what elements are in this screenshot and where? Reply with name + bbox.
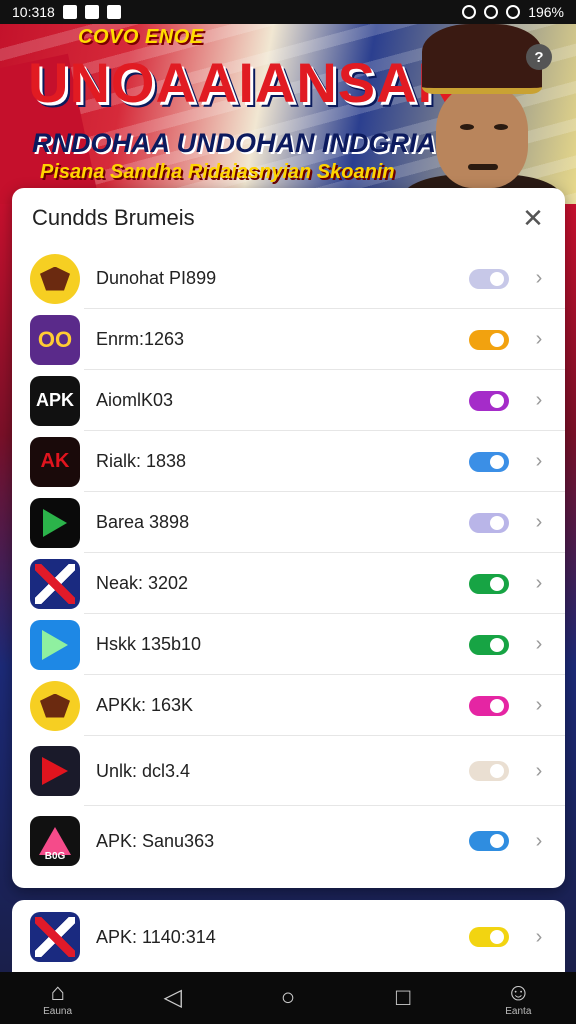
toggle-switch[interactable] — [469, 573, 509, 594]
nav-recent[interactable]: □ — [368, 985, 438, 1011]
chevron-right-icon: › — [535, 633, 543, 655]
data-icon — [484, 5, 499, 19]
panel-header: Cundds Brumeis ✕ — [12, 188, 565, 248]
nav-profile[interactable]: ☺ Eanta — [483, 978, 553, 1017]
location-icon — [462, 5, 477, 19]
battery-level: 196% — [528, 4, 564, 20]
toggle-switch[interactable] — [469, 927, 509, 947]
list-item[interactable]: APK: 1140:314 › — [12, 900, 565, 974]
chevron-right-icon: › — [535, 925, 543, 948]
panel-title: Cundds Brumeis — [32, 205, 195, 230]
wifi-icon — [506, 5, 521, 19]
toggle-switch[interactable] — [469, 695, 509, 716]
list-item[interactable]: Hskk 135b10 › — [12, 614, 565, 675]
banner-tagline: Pisana Sandha Ridaiasnyian Skoanin — [40, 161, 395, 183]
app-list-panel: Cundds Brumeis ✕ Dunohat PI899 › OO Enrm… — [12, 188, 565, 888]
app-label: Neak: 3202 — [96, 573, 189, 593]
chevron-right-icon: › — [535, 328, 543, 350]
list-item[interactable]: Neak: 3202 › — [12, 553, 565, 614]
chevron-right-icon: › — [535, 572, 543, 594]
garuda-icon — [30, 253, 80, 304]
nav-profile-label: Eanta — [505, 1005, 532, 1017]
x-flag-icon — [30, 558, 80, 609]
flag-play-icon — [30, 746, 80, 796]
close-icon[interactable]: ✕ — [519, 203, 547, 233]
list-item[interactable]: B0G APK: Sanu363 › — [12, 806, 565, 876]
toggle-switch[interactable] — [469, 761, 509, 781]
icon-caption: B0G — [44, 851, 66, 862]
x-flag-icon — [30, 912, 80, 962]
profile-icon: ☺ — [506, 978, 531, 1006]
list-item[interactable]: Unlk: dcl3.4 › — [12, 736, 565, 806]
list-item[interactable]: APKk: 163K › — [12, 675, 565, 736]
list-item[interactable]: AK Rialk: 1838 › — [12, 431, 565, 492]
nav-home-label: Eauna — [43, 1005, 73, 1017]
app-label: Barea 3898 — [96, 512, 190, 532]
app-label: Hskk 135b10 — [96, 634, 202, 654]
chevron-right-icon: › — [535, 511, 543, 533]
app-label: Enrm:1263 — [96, 329, 185, 349]
toggle-switch[interactable] — [469, 451, 509, 472]
clock: 10:318 — [12, 4, 55, 20]
toggle-switch[interactable] — [469, 512, 509, 533]
recent-apps-icon: □ — [395, 984, 411, 1011]
google-play-icon — [30, 619, 80, 670]
gallery-icon — [84, 5, 99, 19]
app-label: Unlk: dcl3.4 — [96, 760, 191, 781]
list-item[interactable]: APK AiomlK03 › — [12, 370, 565, 431]
chevron-right-icon: › — [535, 759, 543, 782]
nav-back[interactable]: ◁ — [138, 985, 208, 1011]
home-icon: ⌂ — [50, 978, 65, 1006]
banner-subtitle: RNDOHAA UNDOHAN INDGRIAN — [32, 128, 456, 158]
rainbow-icon: B0G — [30, 816, 80, 866]
help-icon[interactable]: ? — [526, 44, 552, 70]
list-item[interactable]: OO Enrm:1263 › — [12, 309, 565, 370]
bonus-icon: AK — [30, 436, 80, 487]
oo-logo-icon: OO — [30, 314, 80, 365]
play-icon — [30, 497, 80, 548]
app-label: Dunohat PI899 — [96, 268, 217, 288]
circle-home-icon: ○ — [280, 984, 296, 1011]
chevron-right-icon: › — [535, 267, 543, 289]
navigation-bar: ⌂ Eauna ◁ ○ □ ☺ Eanta — [0, 972, 576, 1024]
status-bar: 10:318 196% — [0, 0, 576, 24]
app-label: AiomlK03 — [96, 390, 174, 410]
toggle-switch[interactable] — [469, 268, 509, 289]
garuda-icon — [30, 680, 80, 731]
app-label: APK: 1140:314 — [96, 926, 216, 947]
file-icon — [106, 5, 121, 19]
chevron-right-icon: › — [535, 829, 543, 852]
chevron-right-icon: › — [535, 389, 543, 411]
list-item[interactable]: Dunohat PI899 › — [12, 248, 565, 309]
apk-icon: APK — [30, 375, 80, 426]
toggle-switch[interactable] — [469, 329, 509, 350]
toggle-switch[interactable] — [469, 634, 509, 655]
list-item[interactable]: Barea 3898 › — [12, 492, 565, 553]
app-label: APKk: 163K — [96, 695, 194, 715]
back-icon: ◁ — [163, 984, 183, 1011]
app-list-card: APK: 1140:314 › — [12, 900, 565, 974]
nav-home-button[interactable]: ○ — [253, 985, 323, 1011]
promo-banner[interactable]: COVO ENOE UNOAAIANSAN RNDOHAA UNDOHAN IN… — [0, 24, 576, 204]
banner-title: UNOAAIANSAN — [28, 51, 459, 114]
toggle-switch[interactable] — [469, 390, 509, 411]
chevron-right-icon: › — [535, 450, 543, 472]
toggle-switch[interactable] — [469, 831, 509, 851]
banner-top-label: COVO ENOE — [78, 26, 204, 48]
notification-icon — [62, 5, 77, 19]
app-label: Rialk: 1838 — [96, 451, 187, 471]
chevron-right-icon: › — [535, 694, 543, 716]
nav-home[interactable]: ⌂ Eauna — [23, 978, 93, 1017]
app-label: APK: Sanu363 — [96, 830, 215, 851]
